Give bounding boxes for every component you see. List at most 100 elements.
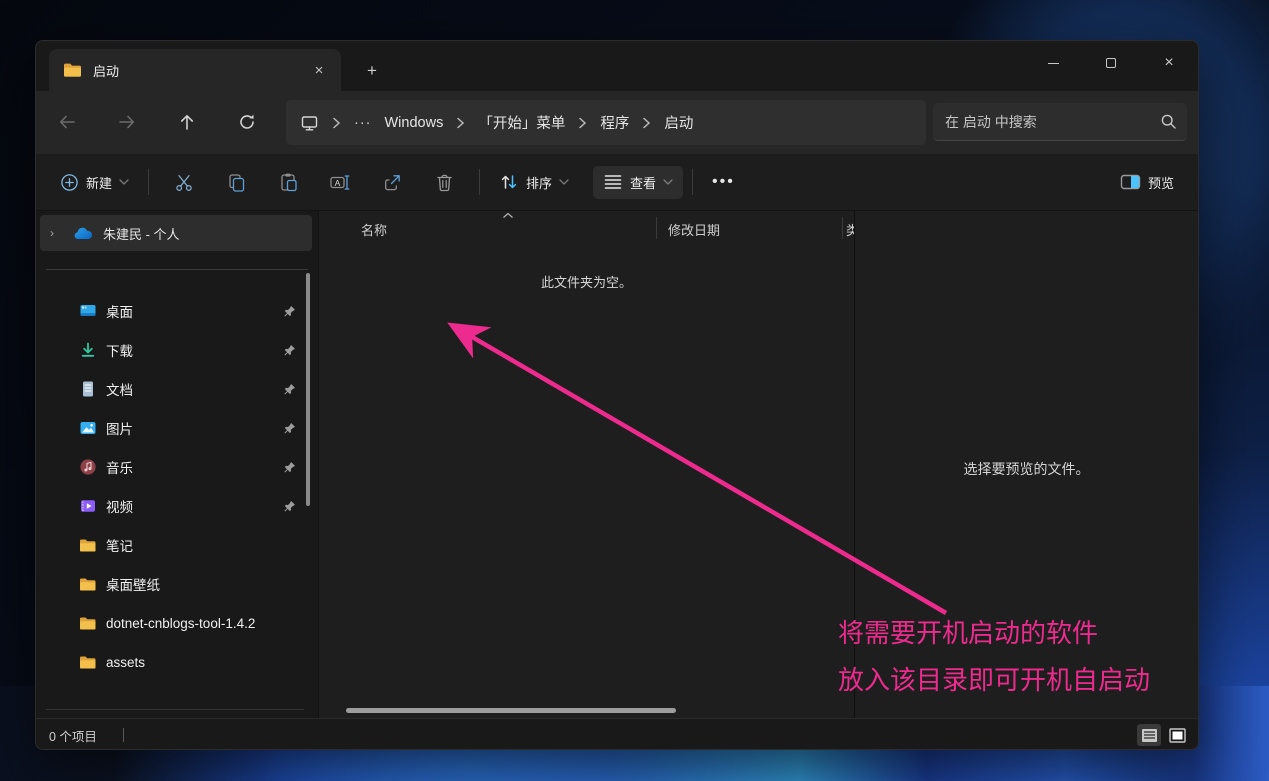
new-tab-button[interactable]: + bbox=[358, 59, 386, 83]
details-view-button[interactable] bbox=[1137, 724, 1161, 746]
item-count: 0 个项目 bbox=[49, 726, 97, 745]
forward-button[interactable] bbox=[110, 105, 144, 139]
folder-icon bbox=[79, 538, 97, 553]
tab-close-button[interactable]: × bbox=[307, 58, 331, 82]
preview-button-label: 预览 bbox=[1148, 173, 1174, 192]
svg-text:A: A bbox=[335, 177, 341, 187]
chevron-down-icon bbox=[559, 179, 569, 185]
refresh-button[interactable] bbox=[230, 105, 264, 139]
cut-button[interactable] bbox=[162, 163, 206, 201]
large-icons-view-icon bbox=[1169, 728, 1186, 743]
navigation-bar: ··· Windows 「开始」菜单 程序 启动 bbox=[36, 91, 1198, 154]
status-divider bbox=[123, 728, 124, 742]
search-input[interactable] bbox=[945, 114, 1160, 130]
sidebar-item-dotnet-cnblogs-folder[interactable]: dotnet-cnblogs-tool-1.4.2 bbox=[36, 604, 312, 642]
sidebar-item-label: 图片 bbox=[106, 418, 133, 438]
empty-folder-message: 此文件夹为空。 bbox=[319, 272, 854, 291]
maximize-button[interactable] bbox=[1082, 41, 1140, 85]
search-box bbox=[933, 103, 1187, 141]
column-header-row: 名称 修改日期 类型 bbox=[319, 211, 854, 245]
sidebar-item-onedrive[interactable]: › 朱建民 - 个人 bbox=[40, 215, 312, 251]
pin-icon bbox=[283, 422, 296, 435]
forward-icon bbox=[117, 112, 137, 132]
breadcrumb-overflow-button[interactable]: ··· bbox=[354, 115, 372, 131]
navigation-pane: › 朱建民 - 个人 桌面 bbox=[36, 211, 319, 718]
sidebar-item-label: 笔记 bbox=[106, 535, 133, 555]
sidebar-item-music[interactable]: 音乐 bbox=[36, 448, 312, 486]
pin-icon bbox=[283, 344, 296, 357]
tab-title: 启动 bbox=[93, 61, 297, 80]
new-button[interactable]: 新建 bbox=[50, 166, 139, 199]
sidebar-item-assets-folder[interactable]: assets bbox=[36, 643, 312, 681]
delete-button[interactable] bbox=[422, 163, 466, 201]
breadcrumb: ··· Windows 「开始」菜单 程序 启动 bbox=[286, 100, 926, 145]
this-pc-icon[interactable] bbox=[300, 114, 319, 132]
breadcrumb-segment-start-menu[interactable]: 「开始」菜单 bbox=[478, 112, 565, 133]
preview-pane: 选择要预览的文件。 bbox=[854, 211, 1198, 718]
chevron-down-icon bbox=[119, 179, 129, 185]
minimize-button[interactable] bbox=[1024, 41, 1082, 85]
column-separator[interactable] bbox=[842, 217, 843, 239]
breadcrumb-segment-windows[interactable]: Windows bbox=[385, 115, 444, 131]
more-options-button[interactable]: ••• bbox=[702, 173, 745, 191]
view-button[interactable]: 查看 bbox=[593, 166, 683, 199]
folder-icon bbox=[79, 577, 97, 592]
chevron-right-icon bbox=[332, 117, 341, 129]
back-button[interactable] bbox=[50, 105, 84, 139]
sort-ascending-caret-icon bbox=[502, 212, 514, 219]
maximize-icon bbox=[1106, 58, 1116, 68]
toolbar-separator bbox=[692, 169, 693, 195]
onedrive-cloud-icon bbox=[73, 226, 94, 240]
sidebar-item-documents[interactable]: 文档 bbox=[36, 370, 312, 408]
refresh-icon bbox=[237, 112, 257, 132]
desktop-wallpaper: 启动 × + × bbox=[0, 0, 1269, 781]
sort-button[interactable]: 排序 bbox=[489, 165, 579, 199]
explorer-content: › 朱建民 - 个人 桌面 bbox=[36, 211, 1198, 718]
column-header-type[interactable]: 类型 bbox=[846, 220, 854, 239]
share-icon bbox=[382, 172, 403, 193]
documents-icon bbox=[79, 380, 97, 398]
sidebar-item-downloads[interactable]: 下载 bbox=[36, 331, 312, 369]
view-button-label: 查看 bbox=[630, 173, 656, 192]
sidebar-item-desktop[interactable]: 桌面 bbox=[36, 292, 312, 330]
expander-chevron-icon[interactable]: › bbox=[50, 226, 64, 240]
view-icon bbox=[603, 173, 623, 191]
sidebar-item-pictures[interactable]: 图片 bbox=[36, 409, 312, 447]
videos-icon bbox=[79, 497, 97, 515]
close-button[interactable]: × bbox=[1140, 41, 1198, 85]
rename-button[interactable]: A bbox=[318, 163, 362, 201]
copy-icon bbox=[226, 172, 247, 193]
sidebar-item-videos[interactable]: 视频 bbox=[36, 487, 312, 525]
sidebar-item-wallpapers-folder[interactable]: 桌面壁纸 bbox=[36, 565, 312, 603]
horizontal-scrollbar[interactable] bbox=[346, 708, 676, 713]
search-icon[interactable] bbox=[1160, 113, 1177, 130]
folder-icon bbox=[63, 62, 83, 78]
preview-toggle-button[interactable]: 预览 bbox=[1110, 166, 1184, 199]
pin-icon bbox=[283, 500, 296, 513]
chevron-right-icon bbox=[456, 117, 465, 129]
close-icon: × bbox=[1164, 55, 1173, 71]
copy-button[interactable] bbox=[214, 163, 258, 201]
paste-button[interactable] bbox=[266, 163, 310, 201]
up-icon bbox=[177, 112, 197, 132]
window-controls: × bbox=[1024, 41, 1198, 85]
toolbar-separator bbox=[479, 169, 480, 195]
tab-startup[interactable]: 启动 × bbox=[49, 49, 341, 91]
sidebar-scrollbar[interactable] bbox=[306, 273, 310, 506]
sidebar-divider bbox=[46, 269, 308, 270]
downloads-icon bbox=[79, 341, 97, 359]
sidebar-item-label: 视频 bbox=[106, 496, 133, 516]
column-separator[interactable] bbox=[656, 217, 657, 239]
breadcrumb-segment-startup[interactable]: 启动 bbox=[664, 112, 693, 133]
large-icons-view-button[interactable] bbox=[1165, 724, 1189, 746]
music-icon bbox=[79, 458, 97, 476]
share-button[interactable] bbox=[370, 163, 414, 201]
column-header-date-modified[interactable]: 修改日期 bbox=[668, 220, 720, 239]
view-toggles bbox=[1137, 724, 1189, 746]
column-header-name[interactable]: 名称 bbox=[361, 220, 387, 239]
up-button[interactable] bbox=[170, 105, 204, 139]
chevron-right-icon bbox=[642, 117, 651, 129]
breadcrumb-segment-programs[interactable]: 程序 bbox=[600, 112, 629, 133]
sidebar-item-notes-folder[interactable]: 笔记 bbox=[36, 526, 312, 564]
sidebar-bottom-divider bbox=[46, 709, 304, 710]
